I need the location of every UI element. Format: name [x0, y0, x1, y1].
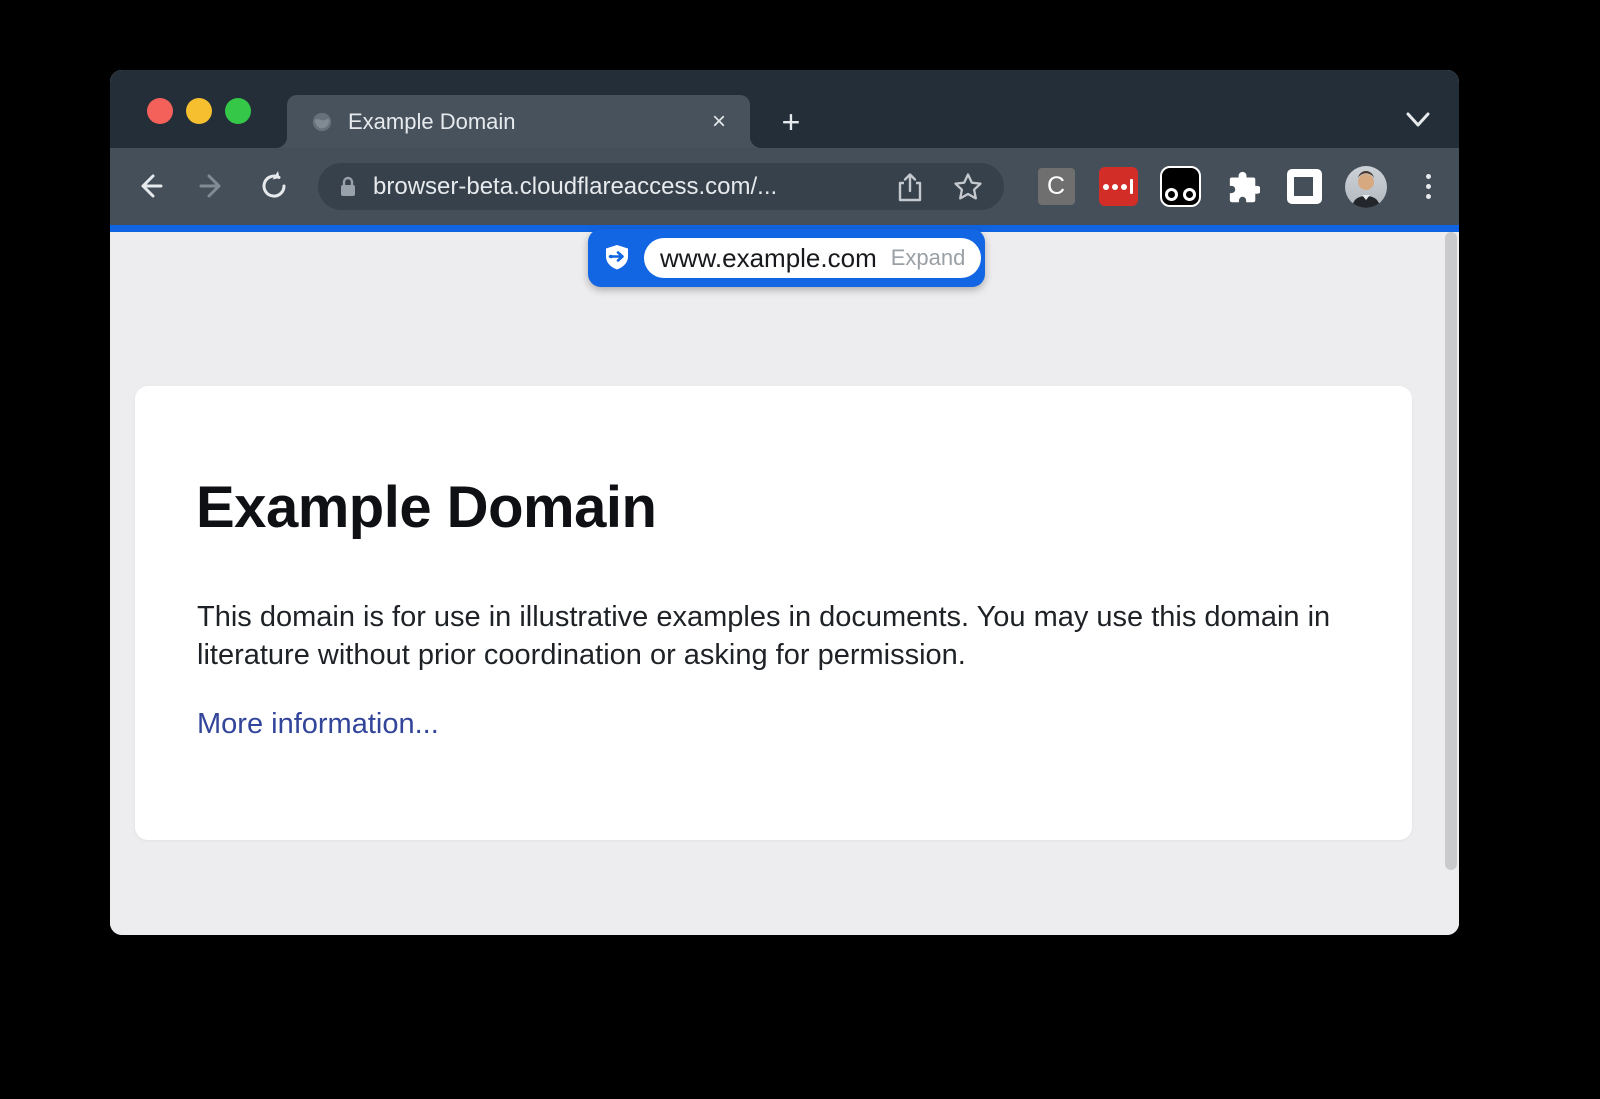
chevron-down-icon[interactable]	[1405, 110, 1431, 130]
globe-favicon-icon	[311, 111, 333, 133]
close-window-button[interactable]	[147, 98, 173, 124]
minimize-window-button[interactable]	[186, 98, 212, 124]
shield-arrow-icon	[602, 243, 632, 273]
example-domain-card: Example Domain This domain is for use in…	[135, 386, 1412, 840]
isolation-domain-pill[interactable]: www.example.com Expand	[644, 238, 981, 278]
page-title: Example Domain	[196, 474, 656, 541]
back-button[interactable]	[133, 169, 167, 203]
tab-title: Example Domain	[348, 109, 704, 135]
forward-button[interactable]	[195, 169, 229, 203]
lastpass-extension-icon[interactable]	[1099, 167, 1138, 206]
page-body-text: This domain is for use in illustrative e…	[197, 598, 1347, 674]
tab-close-icon[interactable]: ×	[704, 107, 734, 137]
reload-button[interactable]	[257, 169, 291, 203]
dark-extension-icon[interactable]	[1160, 166, 1201, 207]
zoom-window-button[interactable]	[225, 98, 251, 124]
titlebar: Example Domain × +	[110, 70, 1459, 148]
browser-window: Example Domain × + browser-beta.cloudfla…	[110, 70, 1459, 935]
side-panel-icon[interactable]	[1287, 169, 1322, 204]
bookmark-star-icon[interactable]	[952, 171, 984, 203]
profile-avatar[interactable]	[1345, 166, 1387, 208]
browser-menu-icon[interactable]	[1426, 174, 1431, 199]
extensions-area: C	[1025, 148, 1459, 225]
scrollbar[interactable]	[1445, 232, 1457, 870]
extensions-puzzle-icon[interactable]	[1224, 169, 1260, 205]
share-icon[interactable]	[896, 171, 924, 203]
new-tab-button[interactable]: +	[773, 104, 809, 140]
lock-icon[interactable]	[338, 175, 358, 199]
url-text[interactable]: browser-beta.cloudflareaccess.com/...	[373, 173, 896, 201]
isolation-domain-text: www.example.com	[660, 243, 877, 274]
toolbar: browser-beta.cloudflareaccess.com/... C	[110, 148, 1459, 225]
c-extension-icon[interactable]: C	[1038, 168, 1075, 205]
tab-example-domain[interactable]: Example Domain ×	[287, 95, 750, 148]
isolation-url-bar: www.example.com Expand	[588, 229, 985, 287]
expand-button[interactable]: Expand	[891, 245, 966, 271]
more-information-link[interactable]: More information...	[197, 708, 439, 741]
address-bar[interactable]: browser-beta.cloudflareaccess.com/...	[318, 163, 1004, 210]
page-content: www.example.com Expand Example Domain Th…	[110, 232, 1459, 935]
